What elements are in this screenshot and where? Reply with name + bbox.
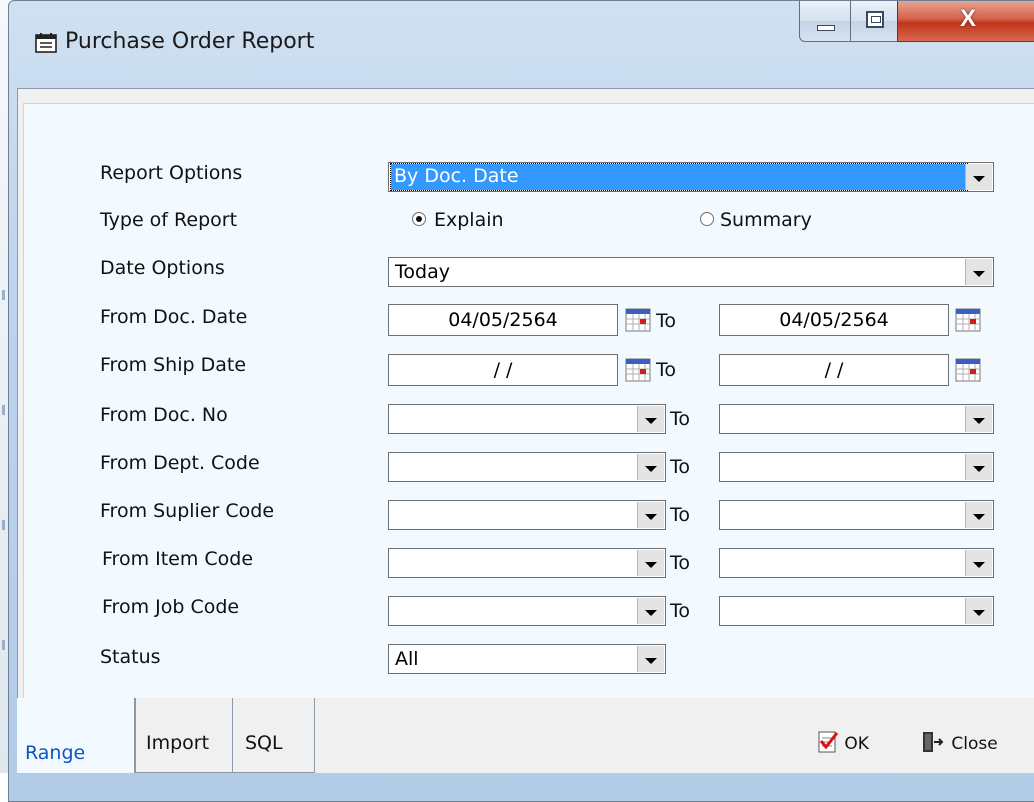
checklist-icon bbox=[818, 731, 839, 753]
chevron-down-icon[interactable] bbox=[965, 406, 992, 432]
to-item-code-select[interactable] bbox=[719, 548, 994, 578]
bottom-tab-bar: Range Import SQL OK Close bbox=[17, 698, 1034, 773]
from-supplier-code-label: From Suplier Code bbox=[100, 500, 275, 522]
to-label: To bbox=[670, 504, 691, 526]
from-item-code-select[interactable] bbox=[388, 548, 666, 578]
chevron-down-icon[interactable] bbox=[637, 598, 664, 624]
from-ship-date-label: From Ship Date bbox=[100, 354, 247, 376]
date-options-value: Today bbox=[395, 261, 450, 283]
to-ship-date-input[interactable]: / / bbox=[719, 354, 949, 386]
chevron-down-icon[interactable] bbox=[637, 502, 664, 528]
chevron-down-icon[interactable] bbox=[965, 598, 992, 624]
from-ship-date-value: / / bbox=[493, 359, 513, 381]
exit-door-icon bbox=[923, 732, 944, 752]
minimize-button[interactable] bbox=[799, 1, 851, 42]
close-button-label: Close bbox=[951, 734, 998, 754]
to-label: To bbox=[670, 456, 691, 478]
close-window-button[interactable]: X bbox=[897, 1, 1034, 42]
chevron-down-icon[interactable] bbox=[637, 646, 664, 672]
tab-range[interactable]: Range bbox=[17, 698, 135, 773]
type-of-report-label: Type of Report bbox=[100, 209, 238, 231]
tab-sql-label: SQL bbox=[245, 732, 283, 754]
report-options-value: By Doc. Date bbox=[390, 163, 968, 191]
calendar-icon[interactable] bbox=[954, 356, 982, 384]
to-ship-date-value: / / bbox=[824, 359, 844, 381]
from-doc-date-value: 04/05/2564 bbox=[448, 309, 558, 331]
from-item-code-label: From Item Code bbox=[102, 548, 254, 570]
from-job-code-label: From Job Code bbox=[102, 596, 240, 618]
to-label: To bbox=[670, 408, 691, 430]
report-form-panel: Report Options By Doc. Date Type of Repo… bbox=[17, 88, 1034, 700]
maximize-icon bbox=[866, 11, 884, 28]
report-window-icon bbox=[35, 33, 57, 53]
date-options-select[interactable]: Today bbox=[388, 257, 994, 287]
to-label: To bbox=[670, 552, 691, 574]
report-options-label: Report Options bbox=[100, 162, 243, 184]
date-options-label: Date Options bbox=[100, 257, 225, 279]
to-doc-date-input[interactable]: 04/05/2564 bbox=[719, 304, 949, 336]
chevron-down-icon[interactable] bbox=[965, 550, 992, 576]
close-button[interactable]: Close bbox=[920, 730, 998, 754]
from-dept-code-select[interactable] bbox=[388, 452, 666, 482]
to-label: To bbox=[656, 310, 677, 332]
tab-import[interactable]: Import bbox=[135, 698, 233, 773]
to-label: To bbox=[656, 359, 677, 381]
from-doc-date-label: From Doc. Date bbox=[100, 306, 248, 328]
minimize-icon bbox=[817, 25, 835, 31]
report-options-select[interactable]: By Doc. Date bbox=[388, 162, 994, 192]
chevron-down-icon[interactable] bbox=[637, 550, 664, 576]
ok-button[interactable]: OK bbox=[817, 730, 869, 754]
summary-radio-label[interactable]: Summary bbox=[720, 209, 812, 231]
to-doc-date-value: 04/05/2564 bbox=[779, 309, 889, 331]
to-label: To bbox=[670, 600, 691, 622]
ok-button-label: OK bbox=[844, 734, 869, 754]
to-job-code-select[interactable] bbox=[719, 596, 994, 626]
explain-radio-label[interactable]: Explain bbox=[434, 209, 504, 231]
from-dept-code-label: From Dept. Code bbox=[100, 452, 260, 474]
calendar-icon[interactable] bbox=[624, 356, 652, 384]
to-supplier-code-select[interactable] bbox=[719, 500, 994, 530]
status-label: Status bbox=[100, 646, 161, 668]
desktop-edge bbox=[0, 0, 8, 773]
range-tab-content: Report Options By Doc. Date Type of Repo… bbox=[23, 103, 1034, 700]
chevron-down-icon[interactable] bbox=[965, 454, 992, 480]
from-doc-no-select[interactable] bbox=[388, 404, 666, 434]
chevron-down-icon[interactable] bbox=[637, 454, 664, 480]
chevron-down-icon[interactable] bbox=[637, 406, 664, 432]
tab-range-label: Range bbox=[25, 742, 86, 764]
chevron-down-icon[interactable] bbox=[965, 259, 992, 285]
from-ship-date-input[interactable]: / / bbox=[388, 354, 618, 386]
window-title: Purchase Order Report bbox=[65, 29, 315, 54]
title-bar[interactable]: Purchase Order Report X bbox=[9, 1, 1034, 89]
to-doc-no-select[interactable] bbox=[719, 404, 994, 434]
chevron-down-icon[interactable] bbox=[965, 164, 992, 190]
summary-radio[interactable] bbox=[700, 212, 714, 226]
to-dept-code-select[interactable] bbox=[719, 452, 994, 482]
maximize-button[interactable] bbox=[850, 1, 898, 42]
from-doc-no-label: From Doc. No bbox=[100, 404, 228, 426]
close-icon: X bbox=[959, 5, 976, 32]
status-select[interactable]: All bbox=[388, 644, 666, 674]
explain-radio[interactable] bbox=[412, 212, 426, 226]
calendar-icon[interactable] bbox=[954, 306, 982, 334]
tab-sql[interactable]: SQL bbox=[233, 698, 315, 773]
status-value: All bbox=[395, 648, 419, 670]
calendar-icon[interactable] bbox=[624, 306, 652, 334]
tab-import-label: Import bbox=[146, 732, 210, 754]
from-job-code-select[interactable] bbox=[388, 596, 666, 626]
chevron-down-icon[interactable] bbox=[965, 502, 992, 528]
from-supplier-code-select[interactable] bbox=[388, 500, 666, 530]
from-doc-date-input[interactable]: 04/05/2564 bbox=[388, 304, 618, 336]
